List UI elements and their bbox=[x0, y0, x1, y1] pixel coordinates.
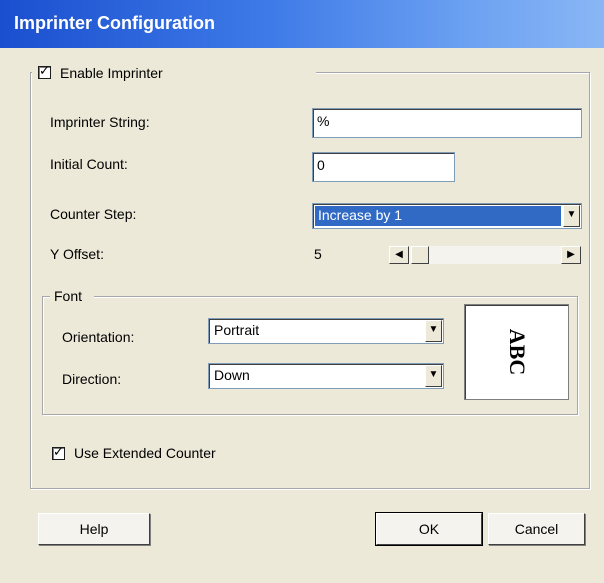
initial-count-label: Initial Count: bbox=[50, 156, 128, 172]
title-bar[interactable]: Imprinter Configuration bbox=[0, 0, 604, 48]
counter-step-label: Counter Step: bbox=[50, 206, 137, 222]
imprinter-string-value: % bbox=[317, 113, 330, 129]
imprinter-string-label: Imprinter String: bbox=[50, 114, 150, 130]
scroll-right-icon[interactable]: ▶ bbox=[561, 246, 581, 264]
check-icon: ✓ bbox=[53, 444, 64, 459]
enable-imprinter-checkbox[interactable]: ✓ bbox=[38, 63, 51, 79]
y-offset-value: 5 bbox=[314, 246, 322, 262]
cancel-button[interactable]: Cancel bbox=[488, 513, 585, 545]
initial-count-value: 0 bbox=[317, 157, 325, 173]
direction-label: Direction: bbox=[62, 371, 122, 387]
font-group-title: Font bbox=[54, 288, 83, 304]
scroll-left-icon[interactable]: ◀ bbox=[389, 246, 409, 264]
ok-button[interactable]: OK bbox=[375, 512, 483, 546]
initial-count-input[interactable]: 0 bbox=[312, 152, 455, 182]
orientation-label: Orientation: bbox=[62, 329, 135, 345]
window-title: Imprinter Configuration bbox=[14, 13, 215, 33]
chevron-down-icon[interactable]: ▼ bbox=[425, 365, 442, 387]
orientation-value: Portrait bbox=[214, 322, 260, 338]
direction-dropdown[interactable]: Down ▼ bbox=[208, 363, 444, 389]
use-extended-counter-checkbox[interactable]: ✓ bbox=[52, 444, 65, 460]
enable-imprinter-label[interactable]: Enable Imprinter bbox=[60, 65, 163, 81]
orientation-dropdown[interactable]: Portrait ▼ bbox=[208, 318, 444, 344]
font-preview-box: ABC bbox=[464, 304, 569, 400]
check-icon: ✓ bbox=[39, 63, 50, 78]
direction-value: Down bbox=[214, 367, 250, 383]
counter-step-value: Increase by 1 bbox=[315, 206, 561, 226]
imprinter-string-input[interactable]: % bbox=[312, 108, 582, 138]
chevron-down-icon[interactable]: ▼ bbox=[425, 320, 442, 342]
y-offset-scroll-thumb[interactable] bbox=[411, 246, 429, 264]
use-extended-counter-label[interactable]: Use Extended Counter bbox=[74, 445, 216, 461]
counter-step-dropdown[interactable]: Increase by 1 ▼ bbox=[312, 203, 582, 229]
chevron-down-icon[interactable]: ▼ bbox=[563, 205, 580, 227]
y-offset-label: Y Offset: bbox=[50, 246, 104, 262]
font-preview-text: ABC bbox=[504, 328, 530, 376]
help-button[interactable]: Help bbox=[38, 513, 150, 545]
